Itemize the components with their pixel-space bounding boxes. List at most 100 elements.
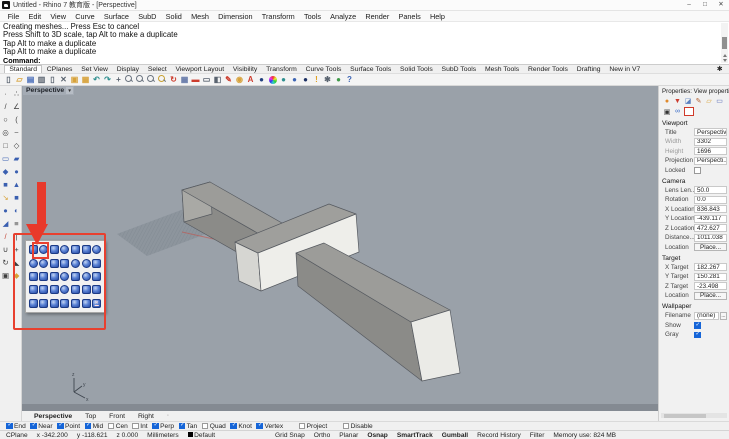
offset-tool-icon[interactable]: ≡ xyxy=(11,217,22,230)
menu-mesh[interactable]: Mesh xyxy=(186,12,213,21)
viewport-tab-top[interactable]: Top xyxy=(85,413,96,420)
lens-length-field[interactable]: 50.0 xyxy=(694,186,727,194)
object-properties-icon[interactable]: ● xyxy=(663,97,671,105)
close-button[interactable]: ✕ xyxy=(713,0,729,10)
box-tool-icon[interactable]: ■ xyxy=(11,191,22,204)
scroll-up-icon[interactable] xyxy=(723,54,727,57)
toggle-record-history[interactable]: Record History xyxy=(477,432,521,439)
menu-view[interactable]: View xyxy=(46,12,71,21)
new-viewport-tab-icon[interactable]: ◦ xyxy=(167,413,169,419)
projection-select[interactable]: Perspecti...▾ xyxy=(694,157,727,165)
ellipse-tool-icon[interactable]: ◎ xyxy=(0,126,11,139)
point-cloud-tool-icon[interactable]: ∴ xyxy=(11,87,22,100)
pan-view-icon[interactable]: + xyxy=(113,74,124,85)
osnap-project[interactable]: Project xyxy=(299,423,328,430)
zoom-window-icon[interactable] xyxy=(135,74,146,85)
tab-set-view[interactable]: Set View xyxy=(77,66,112,73)
undo-icon[interactable]: ↶ xyxy=(91,74,102,85)
wallpaper-show-checkbox[interactable] xyxy=(694,322,701,329)
menu-transform[interactable]: Transform xyxy=(257,12,299,21)
tab-drafting[interactable]: Drafting xyxy=(572,66,605,73)
trim-tool-icon[interactable]: / xyxy=(0,230,11,243)
menu-panels[interactable]: Panels xyxy=(394,12,426,21)
units-label[interactable]: Millimeters xyxy=(147,432,179,439)
osnap-int[interactable]: Int xyxy=(132,423,147,430)
circle-tool-icon[interactable]: ○ xyxy=(0,113,11,126)
help-icon[interactable]: ? xyxy=(344,74,355,85)
menu-solid[interactable]: Solid xyxy=(161,12,186,21)
extrude-tool-icon[interactable]: ▲ xyxy=(11,178,22,191)
camera-icon[interactable]: ▣ xyxy=(663,108,671,116)
osnap-vertex[interactable]: Vertex xyxy=(256,423,283,430)
camera-x-field[interactable]: 836.843 xyxy=(694,205,727,213)
raytraced-viewport-icon[interactable]: ● xyxy=(300,74,311,85)
tab-subd-tools[interactable]: SubD Tools xyxy=(437,66,480,73)
minimize-button[interactable]: – xyxy=(681,0,697,10)
tab-cplanes[interactable]: CPlanes xyxy=(42,66,76,73)
tab-visibility[interactable]: Visibility xyxy=(229,66,262,73)
toggle-osnap[interactable]: Osnap xyxy=(367,432,388,439)
open-file-icon[interactable]: ▱ xyxy=(14,74,25,85)
revolve-tool-icon[interactable]: ● xyxy=(11,165,22,178)
new-file-icon[interactable]: ▯ xyxy=(3,74,14,85)
menu-help[interactable]: Help xyxy=(425,12,449,21)
menu-edit[interactable]: Edit xyxy=(24,12,46,21)
toggle-planar[interactable]: Planar xyxy=(339,432,358,439)
join-tool-icon[interactable]: ∪ xyxy=(0,243,11,256)
menu-render[interactable]: Render xyxy=(361,12,394,21)
options-gear-icon[interactable]: ✱ xyxy=(322,74,333,85)
save-file-icon[interactable]: ▤ xyxy=(25,74,36,85)
tab-mesh-tools[interactable]: Mesh Tools xyxy=(481,66,524,73)
locked-checkbox[interactable] xyxy=(694,167,701,174)
viewport-tab-perspective[interactable]: Perspective xyxy=(34,413,72,420)
display-icon[interactable]: ▭ xyxy=(716,97,724,105)
target-place-button[interactable]: Place... xyxy=(694,292,727,300)
material-icon[interactable]: ▼ xyxy=(674,97,682,105)
osnap-tan[interactable]: Tan xyxy=(179,423,198,430)
osnap-quad[interactable]: Quad xyxy=(202,423,226,430)
toggle-smarttrack[interactable]: SmartTrack xyxy=(397,432,433,439)
rotation-field[interactable]: 0.0 xyxy=(694,196,727,204)
camera-place-button[interactable]: Place... xyxy=(694,243,727,251)
osnap-cen[interactable]: Cen xyxy=(108,423,128,430)
menu-dimension[interactable]: Dimension xyxy=(214,12,258,21)
scrollbar-thumb[interactable] xyxy=(664,414,706,418)
tab-display[interactable]: Display xyxy=(112,66,143,73)
copy-icon[interactable]: ▣ xyxy=(69,74,80,85)
target-x-field[interactable]: 182.267 xyxy=(694,263,727,271)
mirror-tool-icon[interactable]: ▣ xyxy=(0,269,11,282)
fillet-tool-icon[interactable]: ◢ xyxy=(0,217,11,230)
command-scrollbar[interactable] xyxy=(721,23,728,63)
tab-surface-tools[interactable]: Surface Tools xyxy=(346,66,396,73)
tab-curve-tools[interactable]: Curve Tools xyxy=(301,66,346,73)
zoom-extents-icon[interactable] xyxy=(146,74,157,85)
camera-y-field[interactable]: -439.117 xyxy=(694,215,727,223)
cplane-button[interactable]: CPlane xyxy=(6,432,28,439)
osnap-mid[interactable]: Mid xyxy=(85,423,104,430)
notes-icon[interactable]: ▱ xyxy=(705,97,713,105)
menu-subd[interactable]: SubD xyxy=(134,12,161,21)
viewport-title-tab[interactable]: Perspective ▾ xyxy=(23,86,74,95)
zoom-selected-icon[interactable] xyxy=(157,74,168,85)
arc-tool-icon[interactable]: ( xyxy=(11,113,22,126)
osnap-end[interactable]: End xyxy=(6,423,26,430)
camera-distance-field[interactable]: 1011.038 xyxy=(694,234,727,242)
tab-new-in-v7[interactable]: New in V7 xyxy=(605,66,645,73)
loft-tool-icon[interactable]: ◆ xyxy=(0,165,11,178)
zoom-dynamic-icon[interactable] xyxy=(124,74,135,85)
shaded-viewport-icon[interactable]: ● xyxy=(278,74,289,85)
sweep-tool-icon[interactable]: ■ xyxy=(0,178,11,191)
redo-icon[interactable]: ↷ xyxy=(102,74,113,85)
toggle-grid-snap[interactable]: Grid Snap xyxy=(275,432,305,439)
hide-objects-icon[interactable]: ▬ xyxy=(190,74,201,85)
rendered-viewport-icon[interactable]: ● xyxy=(289,74,300,85)
decoration-icon[interactable]: ✎ xyxy=(695,97,703,105)
rotate-view-icon[interactable]: ↻ xyxy=(168,74,179,85)
render-icon[interactable]: ● xyxy=(256,74,267,85)
viewport-tab-right[interactable]: Right xyxy=(138,413,154,420)
polygon-tool-icon[interactable]: ◇ xyxy=(11,139,22,152)
command-prompt[interactable]: Command: xyxy=(0,56,729,64)
camera-z-field[interactable]: 472.627 xyxy=(694,224,727,232)
rotate-tool-icon[interactable]: ↻ xyxy=(0,256,11,269)
delete-icon[interactable]: ✕ xyxy=(58,74,69,85)
